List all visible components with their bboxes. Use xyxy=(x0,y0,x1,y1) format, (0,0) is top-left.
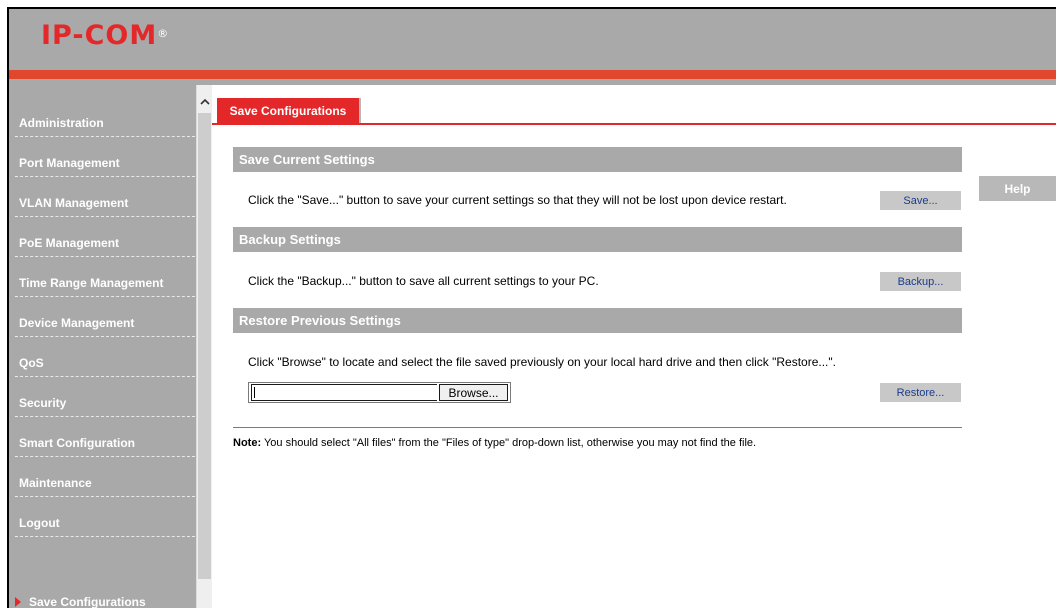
sidebar-item-label: PoE Management xyxy=(19,236,120,250)
active-arrow-icon xyxy=(15,597,21,607)
sidebar: Administration Port Management VLAN Mana… xyxy=(9,85,196,609)
sidebar-item-poe-management[interactable]: PoE Management xyxy=(15,218,195,257)
tab-save-configurations[interactable]: Save Configurations xyxy=(217,98,359,123)
sidebar-item-logout[interactable]: Logout xyxy=(15,498,195,537)
file-upload-control: Browse... xyxy=(248,382,511,403)
note-text: Note: You should select "All files" from… xyxy=(233,437,756,449)
browse-button[interactable]: Browse... xyxy=(439,384,508,401)
sidebar-item-label: Device Management xyxy=(19,316,135,330)
sidebar-item-security[interactable]: Security xyxy=(15,378,195,417)
backup-button[interactable]: Backup... xyxy=(880,272,961,291)
text-caret xyxy=(254,387,255,398)
logo-text: IP-COM xyxy=(41,20,158,51)
sidebar-item-label: Maintenance xyxy=(19,476,92,490)
header-accent-stripe xyxy=(9,70,1056,79)
section-header-backup: Backup Settings xyxy=(233,227,962,252)
save-button[interactable]: Save... xyxy=(880,191,961,210)
sidebar-item-maintenance[interactable]: Maintenance xyxy=(15,458,195,497)
brand-logo: IP-COM® xyxy=(41,21,169,51)
section-title: Save Current Settings xyxy=(239,152,375,167)
sidebar-item-label: Port Management xyxy=(19,156,120,170)
section-title: Restore Previous Settings xyxy=(239,313,401,328)
sidebar-item-qos[interactable]: QoS xyxy=(15,338,195,377)
sidebar-item-label: Administration xyxy=(19,116,104,130)
scroll-thumb[interactable] xyxy=(198,113,211,579)
help-button[interactable]: Help xyxy=(979,176,1056,201)
section-header-save: Save Current Settings xyxy=(233,147,962,172)
note-body: You should select "All files" from the "… xyxy=(261,437,757,449)
save-description: Click the "Save..." button to save your … xyxy=(248,193,787,207)
sidebar-item-time-range-management[interactable]: Time Range Management xyxy=(15,258,195,297)
sidebar-item-device-management[interactable]: Device Management xyxy=(15,298,195,337)
header-bar: IP-COM® xyxy=(9,9,1056,70)
sidebar-item-label: Logout xyxy=(19,516,60,530)
restore-description: Click "Browse" to locate and select the … xyxy=(248,355,836,369)
section-title: Backup Settings xyxy=(239,232,341,247)
sidebar-item-save-configurations[interactable]: Save Configurations xyxy=(15,591,195,613)
sidebar-item-label: Time Range Management xyxy=(19,276,164,290)
scroll-up-icon[interactable] xyxy=(197,93,212,109)
backup-description: Click the "Backup..." button to save all… xyxy=(248,274,599,288)
tab-underline xyxy=(212,123,1056,125)
sidebar-item-vlan-management[interactable]: VLAN Management xyxy=(15,178,195,217)
sidebar-scrollbar[interactable] xyxy=(196,85,212,608)
sidebar-item-smart-configuration[interactable]: Smart Configuration xyxy=(15,418,195,457)
section-header-restore: Restore Previous Settings xyxy=(233,308,962,333)
file-path-input[interactable] xyxy=(251,384,437,401)
restore-button[interactable]: Restore... xyxy=(880,383,961,402)
registered-mark: ® xyxy=(157,27,170,40)
note-prefix: Note: xyxy=(233,437,262,449)
section-divider xyxy=(233,427,962,428)
sidebar-item-label: Security xyxy=(19,396,67,410)
sidebar-item-label: Smart Configuration xyxy=(19,436,135,450)
tab-label: Save Configurations xyxy=(229,103,347,118)
sidebar-item-port-management[interactable]: Port Management xyxy=(15,138,195,177)
sidebar-item-label: VLAN Management xyxy=(19,196,129,210)
sidebar-item-administration[interactable]: Administration xyxy=(15,98,195,137)
sidebar-item-label: QoS xyxy=(19,356,44,370)
sidebar-item-label: Save Configurations xyxy=(29,595,146,609)
